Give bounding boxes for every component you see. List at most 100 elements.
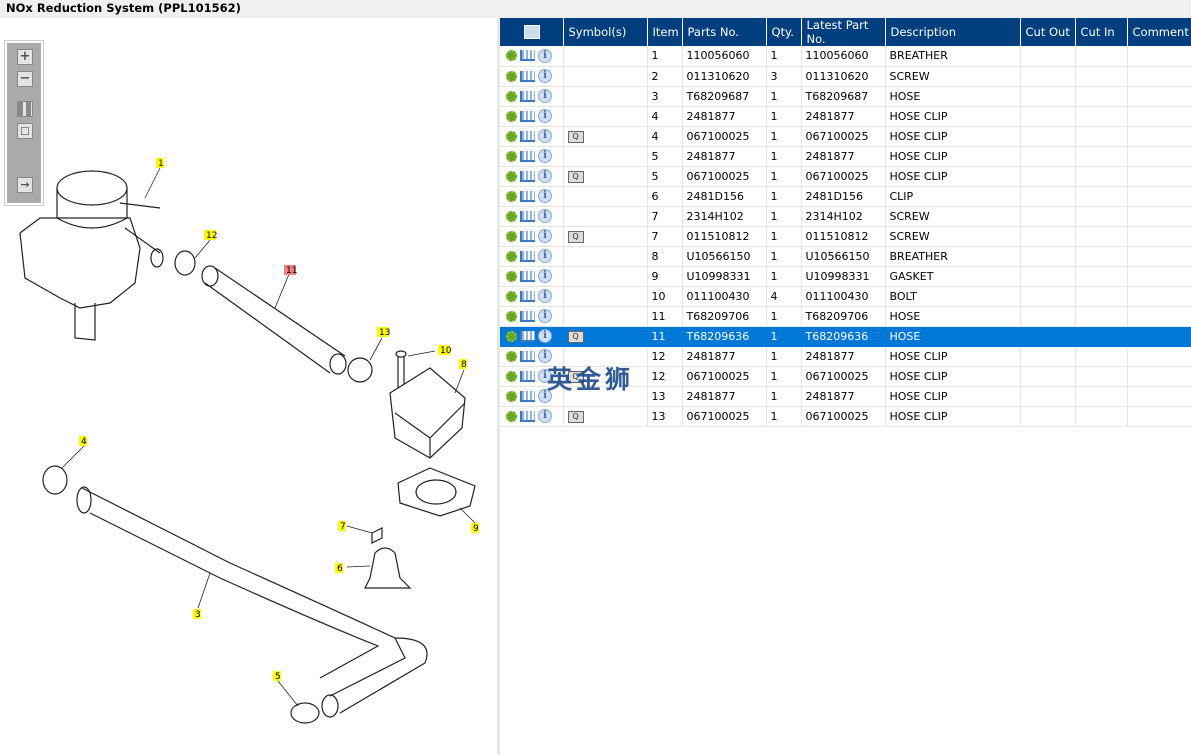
callout-label[interactable]: 11 [286, 266, 297, 276]
cart-icon[interactable] [520, 250, 535, 262]
zoom-out-icon[interactable]: − [17, 71, 33, 87]
callout-label[interactable]: 6 [337, 564, 343, 574]
zoom-in-icon[interactable]: + [17, 49, 33, 65]
gear-icon[interactable] [506, 190, 517, 202]
column-header[interactable]: Qty. [766, 18, 802, 46]
table-row[interactable]: i 8 U10566150 1 U10566150 BREATHER [500, 246, 1191, 267]
cart-icon[interactable] [520, 70, 535, 82]
cart-icon[interactable] [520, 210, 535, 222]
table-row[interactable]: i 4 2481877 1 2481877 HOSE CLIP [500, 106, 1191, 127]
cart-icon[interactable] [520, 410, 535, 422]
cart-icon[interactable] [520, 190, 535, 202]
info-icon[interactable]: i [538, 129, 552, 143]
column-header[interactable]: Cut Out [1020, 18, 1076, 46]
table-row[interactable]: i 2 011310620 3 011310620 SCREW [500, 66, 1191, 87]
fit-window-icon[interactable] [17, 123, 33, 139]
column-header[interactable]: Comment [1127, 18, 1191, 46]
gear-icon[interactable] [506, 130, 517, 142]
gear-icon[interactable] [506, 210, 517, 222]
info-icon[interactable]: i [538, 229, 552, 243]
gear-icon[interactable] [506, 370, 517, 382]
table-row[interactable]: i 6 2481D156 1 2481D156 CLIP [500, 186, 1191, 207]
info-icon[interactable]: i [538, 269, 552, 283]
callout-label[interactable]: 7 [340, 522, 346, 532]
manual-icon[interactable]: Q [567, 410, 584, 423]
gear-icon[interactable] [506, 110, 517, 122]
table-row[interactable]: i 5 2481877 1 2481877 HOSE CLIP [500, 146, 1191, 167]
gear-icon[interactable] [506, 410, 517, 422]
callout-label[interactable]: 9 [473, 524, 479, 534]
cart-icon[interactable] [520, 50, 535, 62]
callout-label[interactable]: 12 [206, 231, 217, 241]
column-header[interactable]: Symbol(s) [563, 18, 648, 46]
cart-icon[interactable] [520, 90, 535, 102]
column-header[interactable]: Latest Part No. [801, 18, 886, 46]
search-parts-icon[interactable] [524, 25, 541, 40]
table-row[interactable]: i Q 5 067100025 1 067100025 HOSE CLIP [500, 166, 1191, 187]
info-icon[interactable]: i [538, 69, 552, 83]
callout-label[interactable]: 8 [461, 360, 467, 370]
table-row[interactable]: i 7 2314H102 1 2314H102 SCREW [500, 206, 1191, 227]
gear-icon[interactable] [506, 250, 517, 262]
cart-icon[interactable] [520, 270, 535, 282]
table-row[interactable]: i 10 011100430 4 011100430 BOLT [500, 286, 1191, 307]
cart-icon[interactable] [520, 310, 535, 322]
gear-icon[interactable] [506, 70, 517, 82]
info-icon[interactable]: i [538, 109, 552, 123]
search-column-header[interactable] [500, 18, 564, 46]
table-row[interactable]: i Q 13 067100025 1 067100025 HOSE CLIP [500, 406, 1191, 427]
column-header[interactable]: Item [647, 18, 683, 46]
callout-label[interactable]: 4 [81, 437, 87, 447]
table-row[interactable]: i 3 T68209687 1 T68209687 HOSE [500, 86, 1191, 107]
cart-icon[interactable] [520, 150, 535, 162]
diagram-panel[interactable]: 1 3 4 5 6 7 8 9 10 11 12 13 + − → [0, 18, 497, 755]
cart-icon[interactable] [520, 170, 535, 182]
info-icon[interactable]: i [538, 209, 552, 223]
fit-all-icon[interactable] [17, 101, 33, 117]
info-icon[interactable]: i [538, 48, 552, 63]
table-row[interactable]: i Q 11 T68209636 1 T68209636 HOSE [500, 326, 1191, 347]
info-icon[interactable]: i [538, 189, 552, 203]
gear-icon[interactable] [506, 350, 517, 362]
callout-label[interactable]: 13 [379, 328, 390, 338]
cart-icon[interactable] [520, 290, 535, 302]
gear-icon[interactable] [506, 150, 517, 162]
info-icon[interactable]: i [538, 329, 552, 343]
callout-label[interactable]: 5 [275, 672, 281, 682]
cart-icon[interactable] [520, 230, 535, 242]
gear-icon[interactable] [506, 230, 517, 242]
gear-icon[interactable] [506, 170, 517, 182]
gear-icon[interactable] [506, 50, 517, 62]
table-row[interactable]: i 11 T68209706 1 T68209706 HOSE [500, 306, 1191, 327]
gear-icon[interactable] [506, 90, 517, 102]
callout-label[interactable]: 10 [440, 346, 452, 356]
gear-icon[interactable] [506, 270, 517, 282]
cart-icon[interactable] [520, 130, 535, 142]
info-icon[interactable]: i [538, 409, 552, 423]
column-header[interactable]: Cut In [1075, 18, 1128, 46]
gear-icon[interactable] [506, 290, 517, 302]
column-header[interactable]: Description [885, 18, 1021, 46]
info-icon[interactable]: i [538, 169, 552, 183]
gear-icon[interactable] [506, 310, 517, 322]
info-icon[interactable]: i [538, 289, 552, 303]
cart-icon[interactable] [520, 110, 535, 122]
cart-icon[interactable] [520, 370, 535, 382]
info-icon[interactable]: i [538, 249, 552, 263]
column-header[interactable]: Parts No. [682, 18, 767, 46]
exploded-parts-diagram[interactable]: 1345678910111213 [0, 18, 497, 755]
gear-icon[interactable] [506, 390, 517, 402]
manual-icon[interactable]: Q [567, 170, 584, 183]
manual-icon[interactable]: Q [567, 230, 584, 243]
table-row[interactable]: i Q 7 011510812 1 011510812 SCREW [500, 226, 1191, 247]
table-row[interactable]: i 1 110056060 1 110056060 BREATHER [500, 46, 1191, 67]
manual-icon[interactable]: Q [567, 130, 584, 143]
toggle-panel-icon[interactable]: → [17, 177, 33, 193]
cart-icon[interactable] [520, 390, 535, 402]
manual-icon[interactable]: Q [567, 330, 584, 343]
info-icon[interactable]: i [538, 89, 552, 103]
info-icon[interactable]: i [538, 309, 552, 323]
cart-icon[interactable] [520, 330, 535, 342]
cart-icon[interactable] [520, 350, 535, 362]
callout-label[interactable]: 3 [195, 610, 201, 620]
